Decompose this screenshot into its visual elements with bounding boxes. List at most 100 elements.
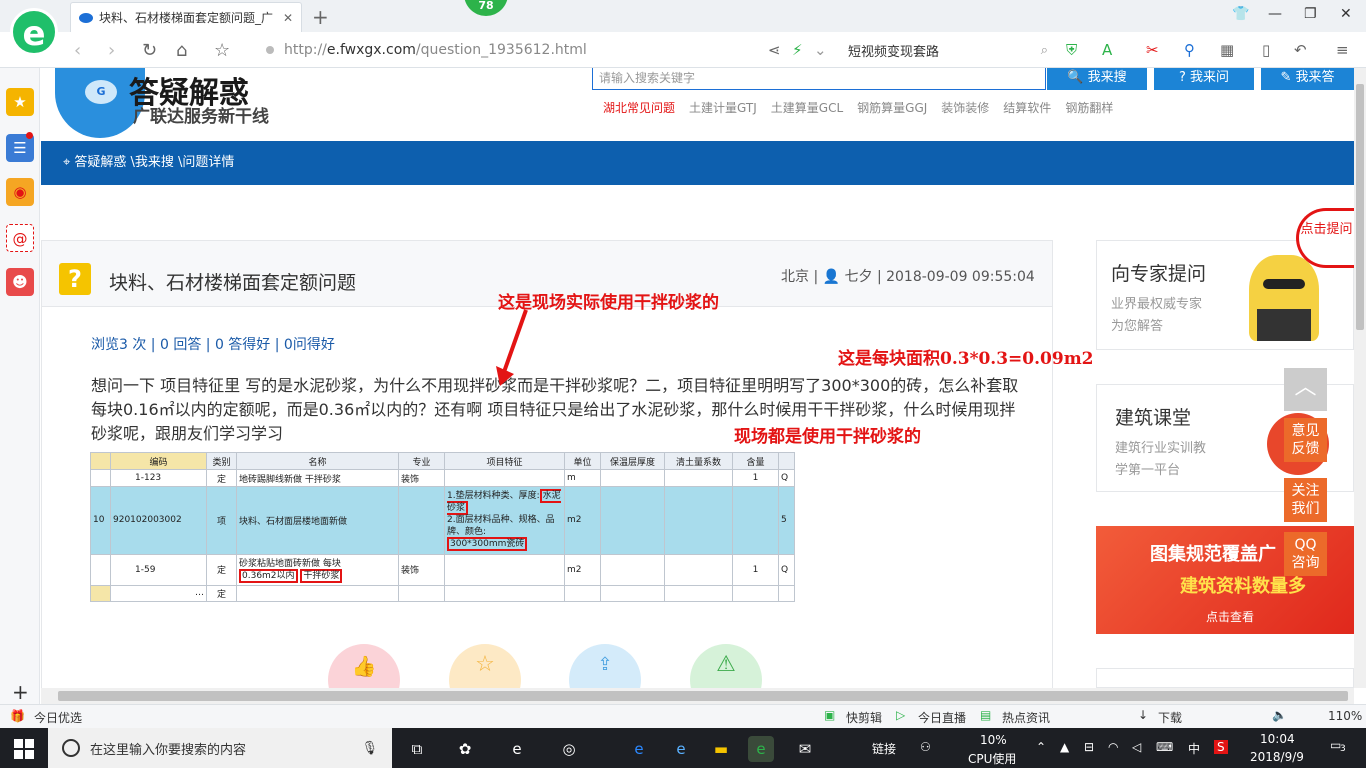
tag-link[interactable]: 结算软件 — [1003, 99, 1051, 116]
lightning-icon[interactable]: ⚡ — [792, 41, 803, 59]
folder-icon[interactable]: ▬ — [708, 736, 734, 762]
ask-bubble[interactable]: 点击提问 — [1296, 208, 1354, 268]
scrollbar-thumb[interactable] — [1356, 84, 1364, 330]
skin-icon[interactable]: 👕 — [1232, 6, 1249, 22]
favorite-star-icon[interactable]: ☆ — [214, 40, 230, 61]
cell-code: 1-59 — [110, 553, 207, 586]
tray-icon[interactable]: ▲ — [1060, 740, 1069, 754]
keyboard-icon[interactable]: ⌨ — [1156, 740, 1173, 754]
windows-start-icon[interactable] — [14, 739, 34, 759]
hscroll-thumb[interactable] — [58, 691, 1348, 701]
tray-up-icon[interactable]: ⌃ — [1036, 740, 1046, 754]
tray-link[interactable]: 链接 — [872, 740, 896, 757]
status-item[interactable]: 今日直播 — [918, 709, 966, 726]
tag-link[interactable]: 土建算量GCL — [771, 99, 843, 116]
edge-icon[interactable]: e — [626, 736, 652, 762]
star-icon[interactable]: ★ — [6, 88, 34, 116]
ask-button[interactable]: ? 我来问 — [1154, 68, 1254, 90]
tab-active[interactable]: 块料、石材楼梯面套定额问题_广 ✕ — [70, 2, 302, 32]
qq-button[interactable]: QQ咨询 — [1284, 532, 1327, 576]
new-tab-button[interactable]: + — [312, 5, 329, 29]
favicon-icon — [79, 12, 93, 23]
network-icon[interactable]: ⊟ — [1084, 740, 1094, 754]
banner-button[interactable]: 点击查看 — [1206, 608, 1254, 625]
taskbar-search-input[interactable]: 在这里输入你要搜索的内容 🎙 — [48, 728, 392, 768]
app-icon[interactable]: ✿ — [452, 736, 478, 762]
news-icon: ▤ — [980, 708, 992, 722]
microphone-icon[interactable]: 🎙 — [361, 741, 378, 756]
weibo-icon[interactable]: ◉ — [6, 178, 34, 206]
tag-link[interactable]: 装饰装修 — [941, 99, 989, 116]
forward-button[interactable]: › — [108, 40, 115, 61]
add-sidebar-button[interactable]: + — [12, 680, 29, 704]
next-card — [1096, 668, 1354, 688]
refresh-button[interactable]: ↻ — [142, 40, 157, 61]
share-icon[interactable]: ⋖ — [768, 41, 781, 59]
speaker-icon[interactable]: ◁ — [1132, 740, 1141, 754]
cell-name: 砂浆粘贴地面砖新做 每块 0.36m2以内 干拌砂浆 — [236, 553, 399, 586]
close-window-button[interactable]: ✕ — [1340, 6, 1352, 22]
menu-icon[interactable]: ≡ — [1336, 41, 1349, 59]
tag-link[interactable]: 土建计量GTJ — [689, 99, 757, 116]
search-icon[interactable]: ⌕ — [1041, 43, 1048, 58]
sogou-icon[interactable]: S — [1214, 740, 1228, 754]
answer-button[interactable]: ✎ 我来答 — [1261, 68, 1354, 90]
name-highlight: 0.36m2以内 — [239, 568, 298, 583]
feature-line: 1.垫层材料种类、厚度: — [447, 491, 540, 502]
clock-date[interactable]: 2018/9/9 — [1250, 750, 1304, 764]
task-view-icon[interactable]: ⧉ — [404, 736, 430, 762]
game-icon[interactable]: ☻ — [6, 268, 34, 296]
volume-icon[interactable]: 🔈 — [1272, 708, 1287, 722]
home-button[interactable]: ⌂ — [176, 40, 187, 61]
clock-time[interactable]: 10:04 — [1260, 732, 1295, 746]
status-item[interactable]: 热点资讯 — [1002, 709, 1050, 726]
back-button[interactable]: ‹ — [74, 40, 81, 61]
mail-icon[interactable]: ✉ — [792, 736, 818, 762]
browser-search-input[interactable]: 短视频变现套路 ⌕ — [848, 36, 1048, 64]
feedback-button[interactable]: 意见反馈 — [1284, 418, 1327, 462]
app-icon[interactable]: ◎ — [556, 736, 582, 762]
status-bar: 🎁 今日优选 ▣ 快剪辑 ▷ 今日直播 ▤ 热点资讯 ↓ 下载 🔈 110% — [0, 704, 1366, 728]
breadcrumb-text[interactable]: 答疑解惑 \我来搜 \问题详情 — [74, 155, 234, 170]
active-browser-icon[interactable]: e — [748, 736, 774, 762]
status-item[interactable]: 快剪辑 — [846, 709, 882, 726]
phone-icon[interactable]: ▯ — [1262, 41, 1270, 59]
maximize-button[interactable]: ❐ — [1304, 6, 1317, 22]
ime-indicator[interactable]: 中 — [1188, 740, 1200, 757]
status-item[interactable]: 下载 — [1158, 709, 1182, 726]
minimize-button[interactable]: — — [1268, 6, 1282, 22]
status-left[interactable]: 今日优选 — [34, 709, 82, 726]
question-stats[interactable]: 浏览3 次 | 0 回答 | 0 答得好 | 0问得好 — [91, 334, 335, 354]
cell-qty: 1 — [732, 469, 779, 487]
shield-icon[interactable]: ⛨ — [1066, 41, 1077, 59]
zoom-level[interactable]: 110% — [1328, 709, 1362, 723]
url-field[interactable]: http://e.fwxgx.com/question_1935612.html — [266, 36, 826, 64]
undo-icon[interactable]: ↶ — [1294, 41, 1307, 59]
search-button[interactable]: 🔍 我来搜 — [1047, 68, 1147, 90]
people-icon[interactable]: ⚇ — [920, 740, 931, 754]
site-info-icon[interactable] — [266, 46, 274, 54]
browser-e-icon[interactable]: e — [504, 736, 530, 762]
apps-icon[interactable]: ▦ — [1220, 41, 1234, 59]
chevron-down-icon[interactable]: ⌄ — [814, 41, 827, 59]
follow-button[interactable]: 关注我们 — [1284, 478, 1327, 522]
location-pin-icon: ⌖ — [63, 155, 71, 170]
back-to-top-button[interactable]: ︿ — [1284, 368, 1327, 411]
table-header: 单位 — [564, 451, 601, 471]
close-tab-icon[interactable]: ✕ — [283, 11, 293, 25]
course-title: 建筑课堂 — [1115, 407, 1192, 429]
ie-icon[interactable]: e — [668, 736, 694, 762]
tag-link[interactable]: 钢筋算量GGJ — [857, 99, 927, 116]
mail-icon[interactable]: @ — [6, 224, 34, 252]
breadcrumb: ⌖ 答疑解惑 \我来搜 \问题详情 — [41, 141, 1354, 185]
browser-logo[interactable]: e — [10, 8, 58, 56]
tag-link[interactable]: 钢筋翻样 — [1065, 99, 1113, 116]
magnifier-icon[interactable]: ⚲ — [1184, 41, 1195, 59]
cell-major: 装饰 — [398, 553, 445, 586]
site-search-input[interactable]: 请输入搜索关键字 — [592, 68, 1046, 90]
table-header: 编码 — [110, 451, 207, 471]
wifi-icon[interactable]: ◠ — [1108, 740, 1118, 754]
tag-link[interactable]: 湖北常见问题 — [603, 99, 675, 116]
scissors-icon[interactable]: ✂ — [1146, 41, 1159, 59]
translate-icon[interactable]: A — [1102, 41, 1112, 59]
